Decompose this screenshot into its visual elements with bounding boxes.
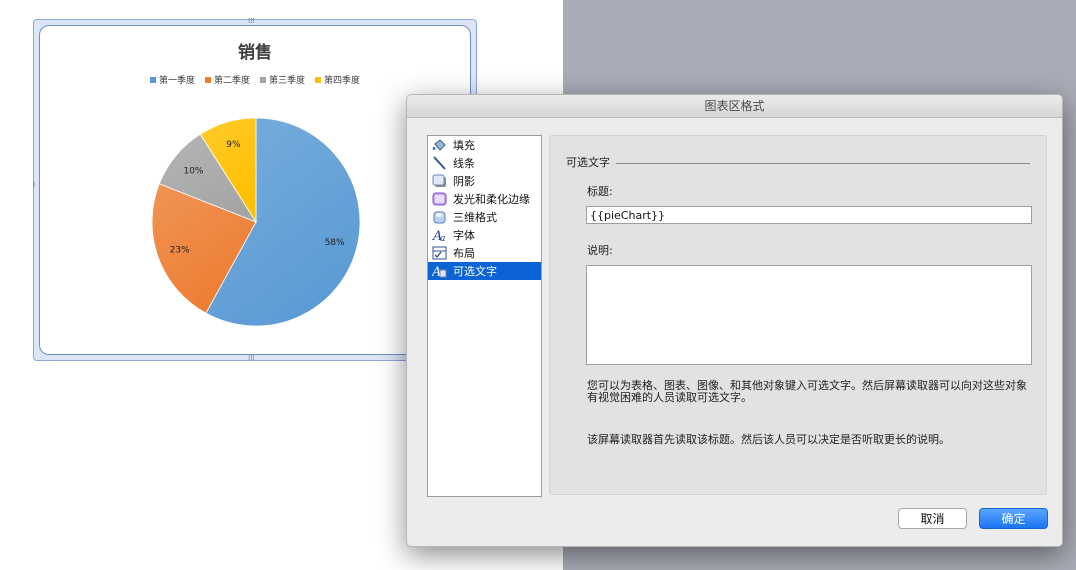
category-label: 填充 [453, 139, 475, 152]
category-item[interactable]: A 可选文字 [428, 262, 541, 280]
data-label: 58% [325, 238, 345, 248]
alt-text-icon: A [432, 264, 447, 278]
resize-handle-left[interactable]: ⁞ [33, 182, 35, 189]
category-label: 三维格式 [453, 211, 497, 224]
resize-handle-bottom[interactable]: ⁞⁞⁞ [248, 355, 255, 362]
category-label: 线条 [453, 157, 475, 170]
description-label: 说明: [587, 244, 613, 257]
category-label: 布局 [453, 247, 475, 260]
resize-handle-top[interactable]: ⁞⁞⁞ [248, 18, 255, 25]
font-icon: Aa [432, 228, 447, 242]
category-item[interactable]: 三维格式 [428, 208, 541, 226]
category-label: 字体 [453, 229, 475, 242]
svg-text:a: a [440, 234, 445, 242]
category-label: 发光和柔化边缘 [453, 193, 530, 206]
category-label: 阴影 [453, 175, 475, 188]
help-text-1: 您可以为表格、图表、图像、和其他对象键入可选文字。然后屏幕读取器可以向对这些对象… [587, 379, 1027, 404]
category-item[interactable]: 布局 [428, 244, 541, 262]
category-item[interactable]: Aa 字体 [428, 226, 541, 244]
title-input[interactable] [586, 206, 1032, 224]
dialog-title: 图表区格式 [407, 95, 1062, 118]
shadow-icon [432, 174, 447, 188]
layout-icon [432, 246, 447, 260]
section-title: 可选文字 [566, 156, 610, 169]
category-item[interactable]: 填充 [428, 136, 541, 154]
category-label: 可选文字 [453, 265, 497, 278]
category-item[interactable]: 线条 [428, 154, 541, 172]
category-list[interactable]: 填充线条阴影发光和柔化边缘 三维格式 Aa 字体布局 A 可选文字 [427, 135, 542, 497]
cancel-button[interactable]: 取消 [898, 508, 967, 529]
data-label: 10% [183, 166, 203, 176]
3d-format-icon [432, 210, 447, 224]
paint-bucket-icon [432, 138, 447, 152]
format-chart-area-dialog: 图表区格式 填充线条阴影发光和柔化边缘 三维格式 Aa 字体布局 A 可选文字 可选文字 … [406, 94, 1063, 547]
description-textarea[interactable] [586, 265, 1032, 365]
section-header: 可选文字 [566, 154, 1030, 170]
alt-text-panel: 可选文字 标题: 说明: 您可以为表格、图表、图像、和其他对象键入可选文字。然后… [549, 135, 1047, 495]
section-divider [616, 162, 1030, 164]
category-item[interactable]: 阴影 [428, 172, 541, 190]
title-label: 标题: [587, 185, 613, 198]
help-text-2: 该屏幕读取器首先读取该标题。然后该人员可以决定是否听取更长的说明。 [587, 433, 950, 446]
glow-icon [432, 192, 447, 206]
line-icon [432, 156, 447, 170]
category-item[interactable]: 发光和柔化边缘 [428, 190, 541, 208]
ok-button[interactable]: 确定 [979, 508, 1048, 529]
data-label: 9% [226, 140, 241, 150]
data-label: 23% [170, 245, 190, 255]
